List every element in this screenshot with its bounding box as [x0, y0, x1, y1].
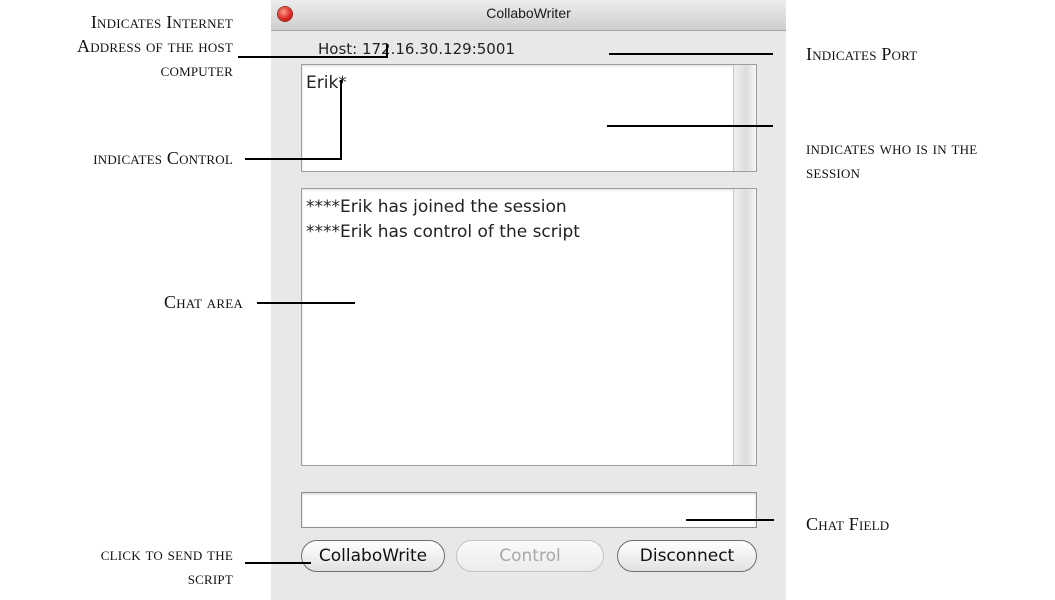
- window-title: CollaboWriter: [486, 5, 571, 21]
- chat-log: ****Erik has joined the session ****Erik…: [306, 195, 580, 245]
- chat-message: ****Erik has joined the session: [306, 197, 567, 217]
- annotation-send-script: click to send the script: [101, 542, 233, 590]
- chat-message: ****Erik has control of the script: [306, 222, 580, 242]
- annotation-chat-area: Chat area: [164, 290, 243, 314]
- annotation-line: indicates who is in the: [806, 138, 978, 158]
- chat-scrollbar[interactable]: [733, 189, 756, 465]
- annotation-line: Indicates Port: [806, 44, 918, 64]
- participants-list[interactable]: Erik*: [301, 64, 757, 172]
- leader-line-send-script: [245, 562, 311, 564]
- annotation-line: Chat area: [164, 292, 243, 312]
- disconnect-button[interactable]: Disconnect: [617, 540, 757, 572]
- annotation-line: session: [806, 162, 861, 182]
- annotation-line: click to send the: [100, 544, 233, 564]
- leader-line-chat-area: [257, 302, 355, 304]
- leader-line-control: [245, 158, 342, 160]
- control-button[interactable]: Control: [456, 540, 604, 572]
- annotation-port: Indicates Port: [806, 42, 917, 66]
- leader-line-host-vertical: [386, 44, 388, 58]
- annotation-who-in-session: indicates who is in the session: [806, 136, 977, 184]
- annotation-line: Address of the host: [77, 36, 233, 56]
- chat-field[interactable]: [301, 492, 757, 528]
- collabowriter-button[interactable]: CollaboWrite: [301, 540, 445, 572]
- leader-line-session: [607, 125, 773, 127]
- annotation-internet-address: Indicates Internet Address of the host c…: [77, 10, 233, 82]
- annotation-line: Indicates Internet: [90, 12, 233, 32]
- annotation-line: script: [187, 568, 233, 588]
- leader-line-port: [609, 53, 773, 55]
- annotation-chat-field: Chat Field: [806, 512, 889, 536]
- annotation-control: indicates Control: [93, 146, 233, 170]
- collabowriter-window: CollaboWriter Host: 172.16.30.129:5001 E…: [271, 0, 786, 600]
- participants-scrollbar[interactable]: [733, 65, 756, 171]
- leader-line-control-vertical: [340, 80, 342, 160]
- annotation-line: computer: [160, 60, 233, 80]
- chat-area[interactable]: ****Erik has joined the session ****Erik…: [301, 188, 757, 466]
- annotation-line: indicates Control: [93, 148, 233, 168]
- title-bar[interactable]: CollaboWriter: [271, 0, 786, 31]
- annotation-line: Chat Field: [806, 514, 890, 534]
- leader-line-host: [238, 56, 388, 58]
- leader-line-chat-field: [686, 519, 774, 521]
